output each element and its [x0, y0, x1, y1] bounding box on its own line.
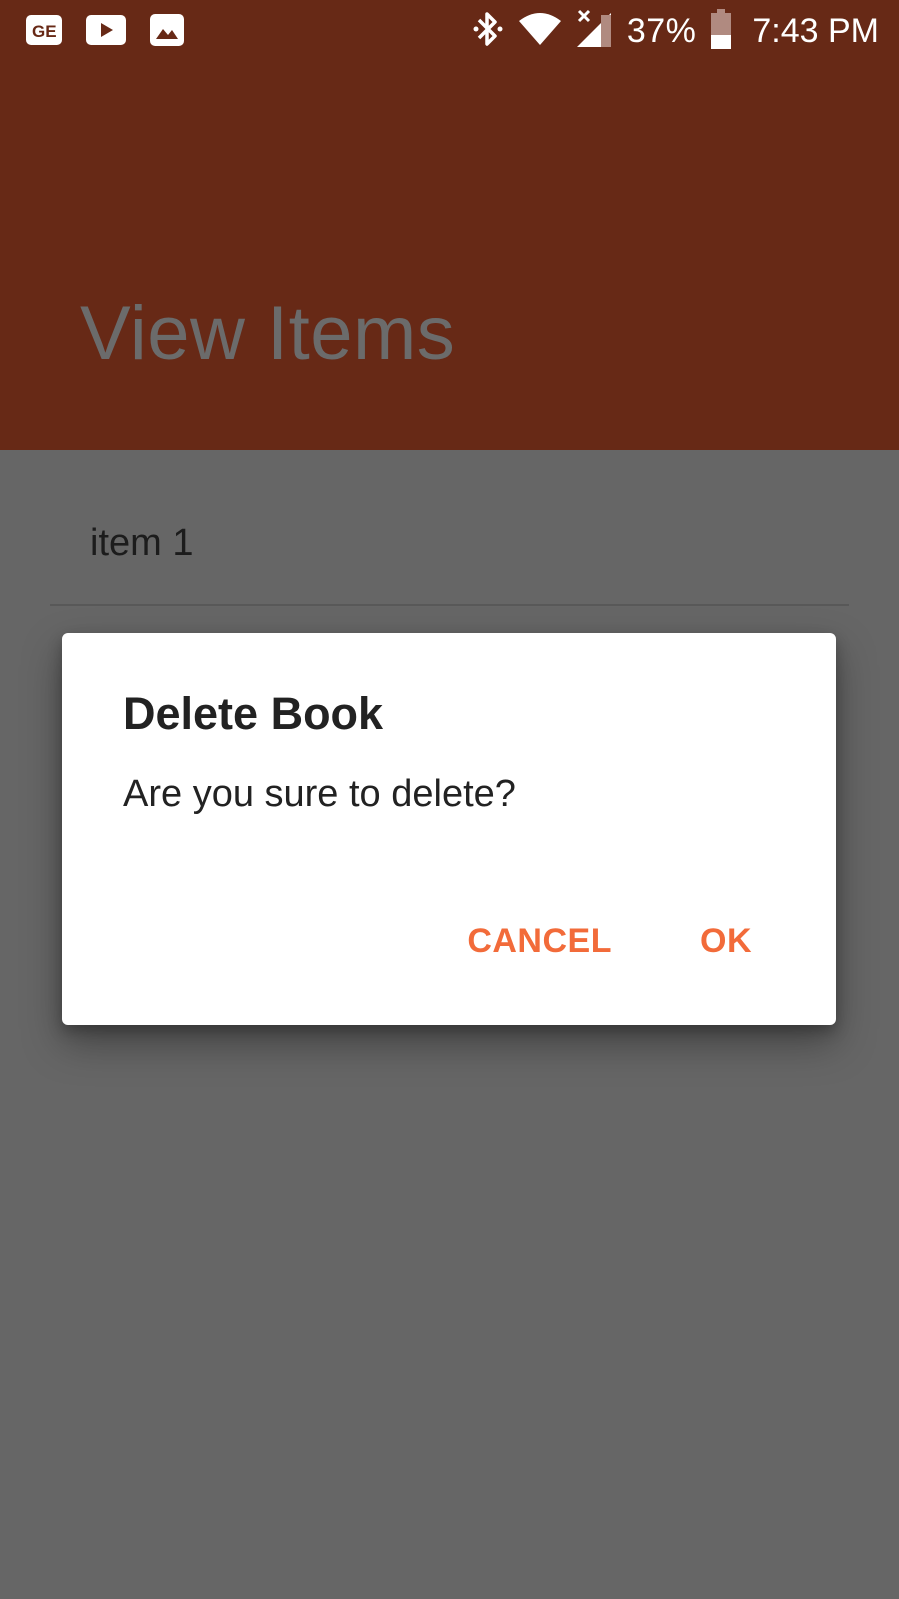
- item-list: item 1: [0, 450, 899, 606]
- gallery-image-icon: [150, 14, 184, 46]
- clock: 7:43 PM: [752, 11, 879, 50]
- delete-dialog: Delete Book Are you sure to delete? CANC…: [62, 633, 836, 1025]
- svg-text:GE: GE: [32, 22, 57, 41]
- cancel-button[interactable]: CANCEL: [439, 922, 640, 961]
- dialog-message: Are you sure to delete?: [123, 773, 516, 815]
- ge-news-icon: GE: [26, 15, 62, 45]
- battery-icon: [710, 8, 732, 54]
- list-item-label: item 1: [90, 522, 194, 564]
- youtube-icon: [86, 15, 126, 45]
- wifi-icon: [517, 11, 563, 52]
- ok-button[interactable]: OK: [672, 922, 780, 961]
- dialog-actions: CANCEL OK: [439, 911, 836, 971]
- app-header: GE 37% 7:43 PM View Items: [0, 0, 899, 450]
- list-item[interactable]: item 1: [50, 450, 849, 606]
- dialog-title: Delete Book: [123, 688, 384, 739]
- status-bar: GE 37% 7:43 PM: [0, 0, 899, 62]
- cell-signal-icon: [576, 9, 613, 54]
- page-title: View Items: [80, 291, 456, 376]
- battery-percent: 37%: [626, 11, 697, 50]
- bluetooth-icon: [473, 10, 503, 53]
